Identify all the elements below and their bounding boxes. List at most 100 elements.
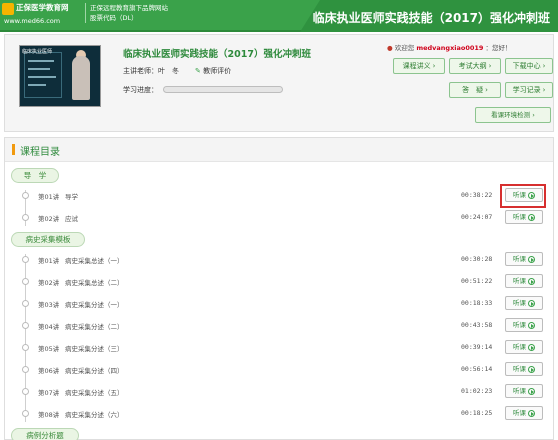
lesson-row: 第01讲 导学 00:38:22 听课 xyxy=(5,186,553,206)
blackboard xyxy=(24,52,62,98)
board-line xyxy=(28,60,54,62)
page-title: 临床执业医师实践技能（2017）强化冲刺班 xyxy=(312,11,550,25)
play-icon xyxy=(528,321,535,329)
progress-label: 学习进度： xyxy=(123,86,158,94)
site-url: www.med66.com xyxy=(4,17,61,25)
listen-label: 听课 xyxy=(513,409,526,417)
listen-label: 听课 xyxy=(513,343,526,351)
listen-label: 听课 xyxy=(513,213,526,221)
play-icon xyxy=(528,387,535,395)
listen-button[interactable]: 听课 xyxy=(505,340,543,354)
lesson-name: 病史采集总述（二） xyxy=(65,279,124,287)
play-icon xyxy=(528,409,535,417)
rate-teacher-label: 教师评价 xyxy=(203,67,232,75)
lesson-number: 第07讲 xyxy=(38,389,60,397)
qa-label: 答 疑 xyxy=(462,86,484,94)
section-tab[interactable]: 病例分析题 xyxy=(11,428,79,440)
rate-teacher-link[interactable]: ✎ 教师评价 xyxy=(195,66,231,76)
study-record-label: 学习记录 xyxy=(512,86,541,94)
environment-check-label: 看课环境检测 xyxy=(491,111,531,119)
lesson-row: 第07讲 病史采集分述（五） 01:02:23 听课 xyxy=(5,382,553,402)
lesson-name: 病史采集分述（六） xyxy=(65,411,124,419)
download-center-button[interactable]: 下载中心 › xyxy=(505,58,553,74)
listen-button[interactable]: 听课 xyxy=(505,274,543,288)
timeline-dot xyxy=(22,344,29,351)
listen-button[interactable]: 听课 xyxy=(505,252,543,266)
lecture-notes-label: 课程讲义 xyxy=(402,62,431,70)
syllabus-label: 考试大纲 xyxy=(458,62,487,70)
lesson-name: 病史采集分述（四） xyxy=(65,367,124,375)
slogan-line-2: 股票代码（DL） xyxy=(90,14,138,22)
lesson-duration: 00:38:22 xyxy=(461,191,493,199)
lesson-row: 第02讲 病史采集总述（二） 00:51:22 听课 xyxy=(5,272,553,292)
lesson-number: 第02讲 xyxy=(38,215,60,223)
environment-check-button[interactable]: 看课环境检测 › xyxy=(475,107,551,123)
play-icon xyxy=(528,365,535,373)
progress-bar xyxy=(163,86,283,93)
lesson-row: 第01讲 病史采集总述（一） 00:30:28 听课 xyxy=(5,250,553,270)
chevron-right-icon: › xyxy=(542,86,546,94)
chevron-right-icon: › xyxy=(485,86,488,94)
slogan-line-1: 正保远程教育旗下品牌网站 xyxy=(90,4,168,12)
listen-button[interactable]: 听课 xyxy=(505,296,543,310)
section-tab[interactable]: 病史采集模板 xyxy=(11,232,85,247)
listen-label: 听课 xyxy=(513,387,526,395)
site-logo[interactable]: 正保医学教育网 www.med66.com xyxy=(2,2,82,28)
lesson-number: 第04讲 xyxy=(38,323,60,331)
lesson-name: 病史采集分述（五） xyxy=(65,389,124,397)
course-thumbnail[interactable]: 临床执业医师 xyxy=(19,45,101,107)
listen-button[interactable]: 听课 xyxy=(505,384,543,398)
catalog-header: 课程目录 xyxy=(5,138,553,162)
play-icon xyxy=(528,255,535,263)
syllabus-button[interactable]: 考试大纲 › xyxy=(449,58,501,74)
logo-emblem-icon xyxy=(2,3,14,15)
play-icon xyxy=(528,213,535,221)
highlight-box xyxy=(500,184,546,208)
listen-button[interactable]: 听课 xyxy=(505,210,543,224)
lesson-duration: 00:43:58 xyxy=(461,321,493,329)
top-header: 正保医学教育网 www.med66.com 正保远程教育旗下品牌网站 股票代码（… xyxy=(0,0,558,32)
board-line xyxy=(28,84,46,86)
timeline-dot xyxy=(22,214,29,221)
catalog-title: 课程目录 xyxy=(20,147,60,158)
listen-button[interactable]: 听课 xyxy=(505,406,543,420)
course-title: 临床执业医师实践技能（2017）强化冲刺班 xyxy=(123,49,311,60)
lesson-number: 第05讲 xyxy=(38,345,60,353)
qa-button[interactable]: 答 疑 › xyxy=(449,82,501,98)
lesson-row: 第02讲 应试 00:24:07 听课 xyxy=(5,208,553,228)
welcome-suffix: ：您好！ xyxy=(485,44,512,52)
listen-button[interactable]: 听课 xyxy=(505,362,543,376)
lesson-name: 导学 xyxy=(65,193,78,201)
course-info-panel: 临床执业医师 临床执业医师实践技能（2017）强化冲刺班 主讲老师：叶 冬 ✎ … xyxy=(4,34,554,132)
board-line xyxy=(28,68,50,70)
lesson-row: 第03讲 病史采集分述（一） 00:18:33 听课 xyxy=(5,294,553,314)
lesson-name: 病史采集总述（一） xyxy=(65,257,124,265)
chevron-right-icon: › xyxy=(542,62,546,70)
lesson-name: 病史采集分述（二） xyxy=(65,323,124,331)
timeline-dot xyxy=(22,300,29,307)
listen-button[interactable]: 听课 xyxy=(505,318,543,332)
lesson-duration: 00:18:33 xyxy=(461,299,493,307)
pencil-icon: ✎ xyxy=(195,67,201,75)
listen-label: 听课 xyxy=(513,321,526,329)
timeline-dot xyxy=(22,410,29,417)
section-tab[interactable]: 导 学 xyxy=(11,168,59,183)
lesson-number: 第02讲 xyxy=(38,279,60,287)
study-record-button[interactable]: 学习记录 › xyxy=(505,82,553,98)
lesson-duration: 00:51:22 xyxy=(461,277,493,285)
listen-label: 听课 xyxy=(513,365,526,373)
play-icon xyxy=(528,343,535,351)
catalog-header-marker xyxy=(12,144,15,155)
lesson-duration: 00:30:28 xyxy=(461,255,493,263)
lesson-row: 第05讲 病史采集分述（三） 00:39:14 听课 xyxy=(5,338,553,358)
lesson-row: 第04讲 病史采集分述（二） 00:43:58 听课 xyxy=(5,316,553,336)
lesson-duration: 00:18:25 xyxy=(461,409,493,417)
teacher-label: 主讲老师：叶 冬 xyxy=(123,67,179,75)
lecture-notes-button[interactable]: 课程讲义 › xyxy=(393,58,445,74)
listen-label: 听课 xyxy=(513,255,526,263)
thumb-caption: 临床执业医师 xyxy=(22,49,53,55)
chevron-right-icon: › xyxy=(432,62,436,70)
listen-label: 听课 xyxy=(513,277,526,285)
lesson-duration: 01:02:23 xyxy=(461,387,493,395)
lesson-number: 第03讲 xyxy=(38,301,60,309)
